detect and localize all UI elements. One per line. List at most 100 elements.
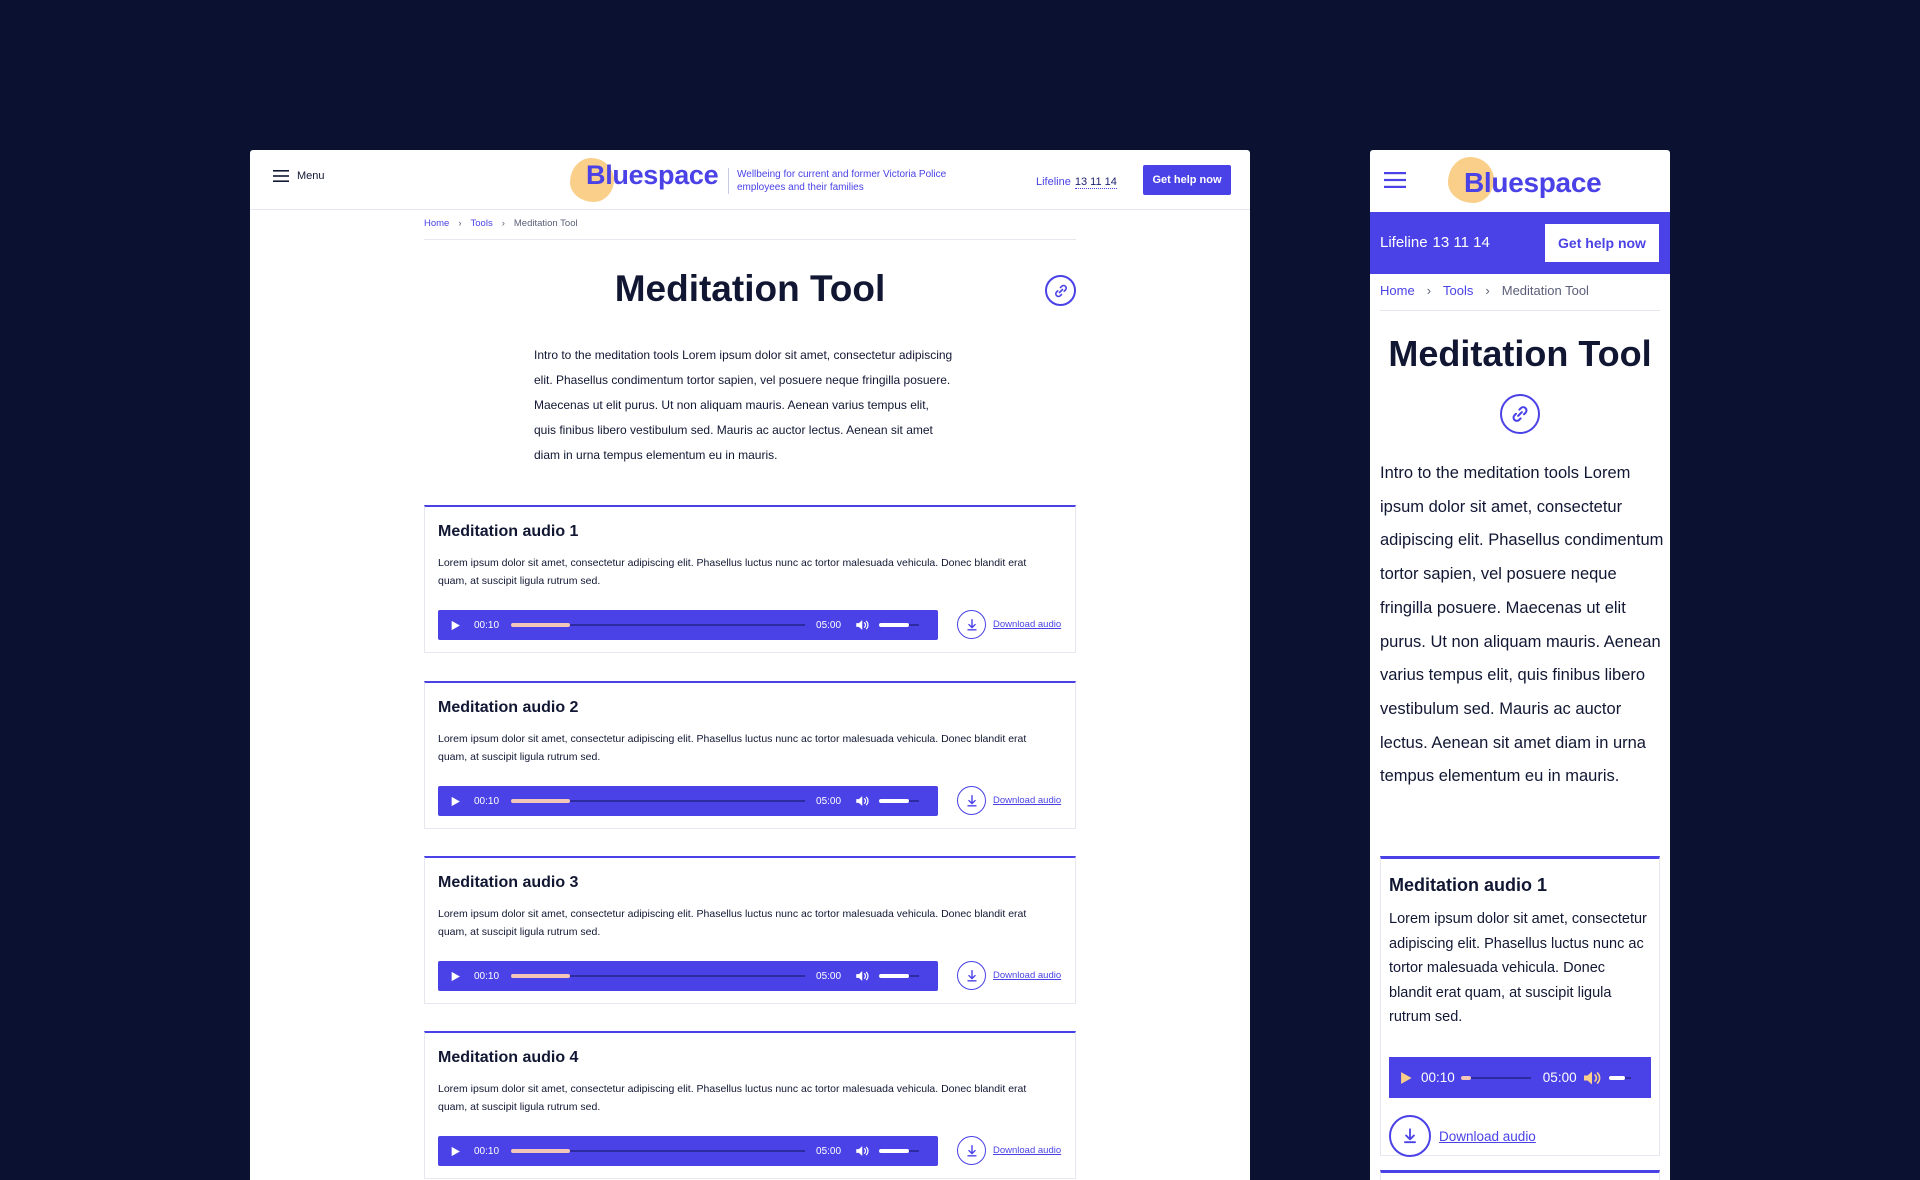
audio-description: Lorem ipsum dolor sit amet, consectetur … [438, 1083, 1027, 1113]
download-label: Download audio [993, 1145, 1062, 1156]
volume-slider[interactable] [879, 1149, 920, 1153]
brand-name: Bluespace [1464, 167, 1602, 198]
volume-icon [856, 1146, 869, 1156]
duration: 05:00 [816, 619, 842, 631]
page-title: Meditation Tool [1388, 333, 1652, 374]
duration: 05:00 [816, 795, 842, 807]
play-button[interactable] [448, 618, 462, 632]
volume-slider[interactable] [1608, 1075, 1631, 1080]
audio-card: Meditation audio 2 Lorem ipsum dolor sit… [424, 681, 1076, 829]
download-audio-link[interactable]: Download audio [957, 610, 1061, 639]
volume-slider[interactable] [879, 974, 920, 978]
download-label: Download audio [993, 619, 1062, 630]
copy-link-button[interactable] [1045, 275, 1076, 306]
menu-button[interactable]: Menu [273, 170, 325, 182]
logo[interactable]: Bluespace [570, 158, 719, 202]
download-icon [957, 961, 986, 990]
lifeline: Lifeline 13 11 14 [1036, 176, 1117, 189]
volume-level [879, 974, 910, 978]
play-icon [1401, 1071, 1412, 1084]
audio-card: Meditation audio 1 Lorem ipsum dolor sit… [424, 505, 1076, 653]
link-icon [1512, 406, 1528, 422]
play-button[interactable] [448, 969, 462, 983]
audio-player: 00:10 05:00 [438, 610, 938, 640]
audio-title: Meditation audio 2 [438, 699, 579, 716]
lifeline-label: Lifeline [1036, 176, 1071, 188]
breadcrumb-home[interactable]: Home [424, 218, 449, 229]
seek-bar[interactable] [511, 974, 806, 978]
audio-title: Meditation audio 4 [438, 1049, 579, 1066]
duration: 05:00 [1542, 1070, 1577, 1085]
audio-title: Meditation audio 1 [1389, 875, 1548, 895]
audio-card: Meditation audio 1 Lorem ipsum dolor sit… [1380, 856, 1660, 1157]
download-audio-link[interactable]: Download audio [1389, 1115, 1536, 1157]
chevron-right-icon: › [458, 218, 462, 229]
download-label: Download audio [993, 970, 1062, 981]
lifeline-number[interactable]: 13 11 14 [1074, 176, 1117, 189]
tagline: Wellbeing for current and former Victori… [728, 168, 948, 194]
download-audio-link[interactable]: Download audio [957, 1136, 1061, 1165]
volume-button[interactable] [855, 970, 871, 982]
download-icon [957, 610, 986, 639]
audio-card: Meditation audio 4 Lorem ipsum dolor sit… [424, 1031, 1076, 1179]
seek-progress [511, 974, 570, 978]
volume-slider[interactable] [879, 799, 920, 803]
breadcrumb: Home › Tools › Meditation Tool [424, 218, 1076, 240]
get-help-button[interactable]: Get help now [1545, 224, 1659, 262]
get-help-button[interactable]: Get help now [1143, 165, 1231, 195]
seek-bar[interactable] [511, 799, 806, 803]
mobile-logo[interactable]: Bluespace [1448, 157, 1602, 203]
copy-link-button[interactable] [1500, 394, 1540, 434]
breadcrumb-current: Meditation Tool [1501, 283, 1589, 298]
volume-button[interactable] [855, 619, 871, 631]
current-time: 00:10 [474, 619, 500, 631]
brand-name: Bluespace [586, 160, 719, 190]
intro-text: Intro to the meditation tools Lorem ipsu… [1380, 464, 1664, 786]
play-button[interactable] [448, 1144, 462, 1158]
seek-bar[interactable] [511, 1149, 806, 1153]
breadcrumb-tools[interactable]: Tools [471, 218, 493, 229]
download-icon [957, 1136, 986, 1165]
audio-title: Meditation audio 1 [438, 523, 579, 540]
seek-bar[interactable] [1460, 1075, 1531, 1080]
mobile-menu-button[interactable] [1384, 172, 1406, 188]
audio-card: Meditation audio 3 Lorem ipsum dolor sit… [424, 856, 1076, 1004]
play-icon [451, 1146, 460, 1156]
volume-button[interactable] [855, 795, 871, 807]
volume-slider[interactable] [879, 623, 920, 627]
volume-button[interactable] [855, 1145, 871, 1157]
breadcrumb-tools[interactable]: Tools [1443, 283, 1473, 310]
audio-player: 00:10 05:00 [438, 961, 938, 991]
breadcrumb-home[interactable]: Home [1380, 283, 1415, 310]
duration: 05:00 [816, 1145, 842, 1157]
audio-description: Lorem ipsum dolor sit amet, consectetur … [438, 733, 1027, 763]
audio-player: 00:10 05:00 [1389, 1057, 1651, 1098]
volume-icon [1583, 1071, 1600, 1084]
download-icon [957, 786, 986, 815]
lifeline-number[interactable]: 13 11 14 [1433, 234, 1490, 251]
lifeline: Lifeline 13 11 14 [1380, 234, 1490, 251]
seek-progress [511, 799, 570, 803]
duration: 05:00 [816, 970, 842, 982]
hamburger-icon [273, 170, 289, 182]
mobile-view: Bluespace Lifeline 13 11 14 Get help now … [1370, 150, 1670, 1180]
page-title: Meditation Tool [614, 268, 886, 309]
play-button[interactable] [1399, 1071, 1413, 1085]
download-audio-link[interactable]: Download audio [957, 786, 1061, 815]
download-icon [1389, 1115, 1431, 1157]
current-time: 00:10 [474, 970, 500, 982]
current-time: 00:10 [474, 795, 500, 807]
play-icon [451, 796, 460, 806]
play-button[interactable] [448, 794, 462, 808]
menu-label: Menu [297, 170, 325, 182]
play-icon [451, 971, 460, 981]
mobile-help-band: Lifeline 13 11 14 Get help now [1370, 212, 1670, 274]
breadcrumb: Home › Tools › Meditation Tool [1380, 283, 1660, 311]
volume-button[interactable] [1583, 1070, 1603, 1086]
seek-bar[interactable] [511, 623, 806, 627]
mobile-header: Bluespace [1370, 150, 1670, 212]
download-audio-link[interactable]: Download audio [957, 961, 1061, 990]
audio-description: Lorem ipsum dolor sit amet, consectetur … [1389, 911, 1647, 1025]
play-icon [451, 620, 460, 630]
audio-player: 00:10 05:00 [438, 786, 938, 816]
